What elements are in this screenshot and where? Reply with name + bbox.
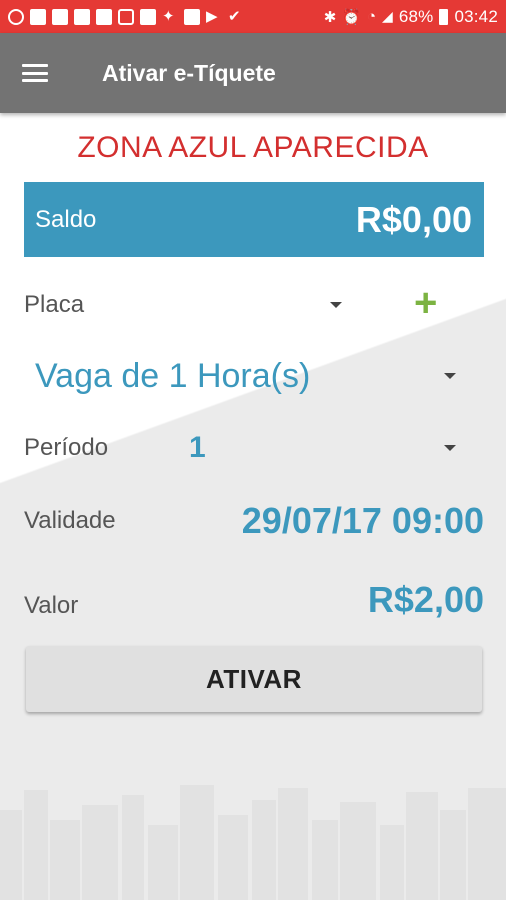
plate-label: Placa — [24, 291, 85, 318]
alarm-icon: ⏰ — [342, 8, 361, 26]
add-plate-icon[interactable]: + — [414, 283, 437, 323]
facebook-icon — [96, 8, 112, 25]
app-bar: Ativar e-Tíquete — [0, 33, 506, 113]
valor-label: Valor — [24, 592, 79, 619]
image-icon — [140, 8, 156, 25]
ativar-button[interactable]: ATIVAR — [26, 646, 482, 712]
app-icon — [118, 8, 134, 25]
page-title: Ativar e-Tíquete — [102, 59, 276, 86]
menu-button[interactable] — [0, 33, 70, 113]
vaga-selected: Vaga de 1 Hora(s) — [35, 356, 311, 395]
balance-label: Saldo — [35, 205, 97, 233]
vaga-dropdown-caret-icon — [444, 373, 456, 379]
battery-icon — [439, 8, 449, 25]
check-icon: ✔ — [228, 7, 241, 25]
validade-label: Validade — [24, 507, 116, 534]
plate-dropdown-caret-icon[interactable] — [330, 302, 342, 308]
status-bar: ✦ ▶ ✔ ✱ ⏰ ◔ ◢ 68% 03:42 — [0, 0, 506, 33]
system-icons: ✱ ⏰ ◔ ◢ 68% 03:42 — [324, 7, 498, 27]
valor-value: R$2,00 — [367, 579, 484, 620]
validade-value: 29/07/17 09:00 — [241, 500, 484, 541]
play-icon: ▶ — [206, 7, 218, 25]
periodo-row: Período 1 — [24, 426, 484, 470]
balance-panel: Saldo R$0,00 — [24, 182, 484, 257]
clock: 03:42 — [454, 6, 498, 26]
city-skyline-decoration — [0, 785, 506, 900]
wifi-icon: ◔ — [366, 8, 377, 25]
periodo-dropdown-caret-icon[interactable] — [444, 445, 456, 451]
facebook-icon — [52, 8, 68, 25]
notification-icons: ✦ ▶ ✔ — [8, 7, 244, 25]
hamburger-icon — [22, 64, 48, 82]
signal-icon: ◢ — [382, 8, 393, 24]
facebook-icon — [30, 8, 46, 25]
balance-value: R$0,00 — [355, 198, 472, 240]
facebook-icon — [74, 8, 90, 25]
twitter-icon: ✦ — [162, 7, 175, 25]
flipboard-icon — [184, 8, 200, 25]
valor-row: Valor R$2,00 — [24, 575, 484, 625]
bluetooth-icon: ✱ — [323, 8, 337, 26]
zone-title: ZONA AZUL APARECIDA — [77, 131, 429, 164]
validade-row: Validade 29/07/17 09:00 — [24, 496, 484, 546]
whatsapp-icon — [8, 8, 24, 25]
periodo-dropdown-value[interactable]: 1 — [189, 431, 206, 465]
battery-percent: 68% — [398, 6, 434, 26]
vaga-dropdown[interactable]: Vaga de 1 Hora(s) — [24, 351, 484, 401]
periodo-label: Período — [24, 434, 109, 461]
